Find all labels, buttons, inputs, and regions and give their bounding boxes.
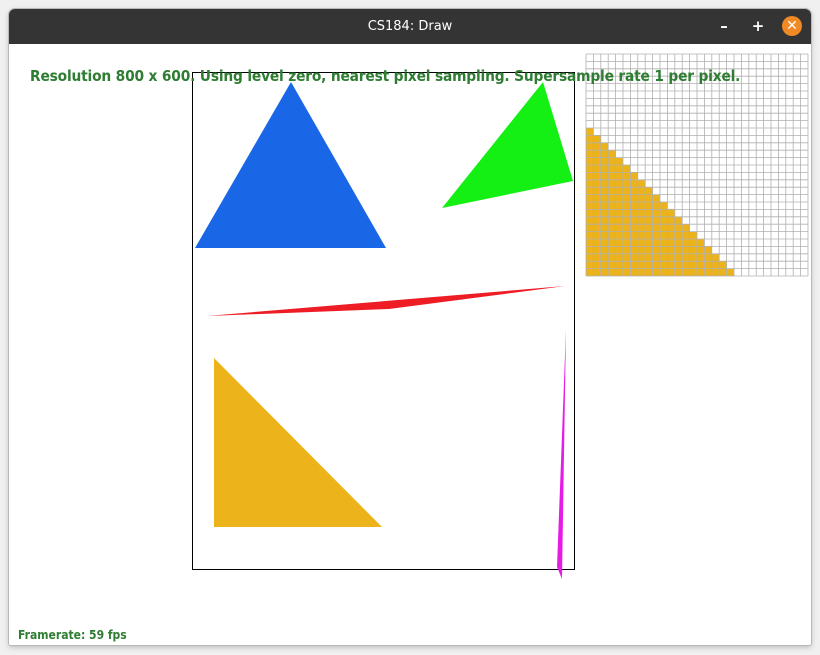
zoom-inset (585, 53, 810, 278)
framerate-label: Framerate: 59 fps (18, 628, 127, 642)
zoom-pixel-row (586, 187, 653, 195)
zoom-pixel-row (586, 128, 594, 136)
close-icon: ✕ (786, 18, 798, 34)
zoom-pixel-row (586, 157, 623, 165)
zoom-pixel-row (586, 142, 609, 151)
zoom-pixel-row (586, 246, 712, 254)
close-button[interactable]: ✕ (782, 16, 802, 36)
status-line: Resolution 800 x 600. Using level zero, … (30, 67, 741, 85)
minimize-icon: – (720, 17, 728, 35)
zoom-pixel-row (586, 231, 697, 239)
maximize-button[interactable]: + (748, 16, 768, 36)
minimize-button[interactable]: – (714, 16, 734, 36)
window-title: CS184: Draw (367, 19, 453, 34)
zoom-pixel-row (586, 261, 727, 269)
zoom-pixel-row (586, 202, 668, 210)
draw-canvas[interactable]: Resolution 800 x 600. Using level zero, … (9, 44, 811, 645)
maximize-icon: + (751, 17, 765, 35)
render-surface (192, 53, 810, 579)
app-window: CS184: Draw – + ✕ Resolution 800 x 600. … (9, 9, 811, 645)
title-bar[interactable]: CS184: Draw – + ✕ (9, 9, 811, 44)
